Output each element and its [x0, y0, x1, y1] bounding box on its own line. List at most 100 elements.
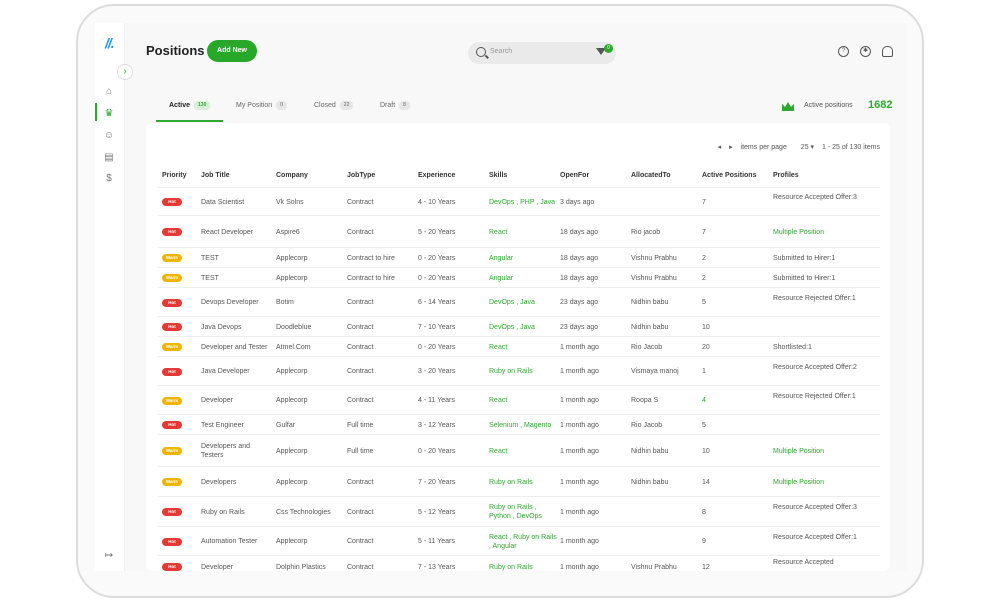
- cell-alloc: Rio Jacob: [631, 422, 663, 429]
- cell-type: Contract: [347, 324, 374, 331]
- column-header[interactable]: Skills: [489, 172, 507, 179]
- gear-icon[interactable]: ✱: [860, 46, 871, 57]
- cell-company: Applecorp: [276, 397, 308, 404]
- priority-badge: Hot: [162, 508, 182, 516]
- column-header[interactable]: Company: [276, 172, 308, 179]
- cell-active: 14: [702, 479, 710, 486]
- tab-my-position[interactable]: My Position 0: [236, 101, 287, 121]
- table-row[interactable]: Warm TEST Applecorp Contract to hire 0 - 20 …: [158, 247, 880, 267]
- table-row[interactable]: Hot Test Engineer Gulfar Full time 3 - 12 Ye…: [158, 414, 880, 434]
- users-icon[interactable]: ☺: [102, 129, 116, 143]
- column-header[interactable]: Priority: [162, 172, 187, 179]
- cell-active: 10: [702, 324, 710, 331]
- cell-exp: 5 - 12 Years: [418, 509, 456, 516]
- column-header[interactable]: Profiles: [773, 172, 799, 179]
- table-row[interactable]: Warm Developer Applecorp Contract 4 - 11 Yea…: [158, 385, 880, 414]
- cell-profiles: Shortlisted:1: [773, 344, 812, 351]
- table-row[interactable]: Warm Developers and Testers Applecorp Full …: [158, 434, 880, 466]
- add-new-button[interactable]: Add New: [207, 40, 257, 62]
- column-header[interactable]: OpenFor: [560, 172, 589, 179]
- home-icon[interactable]: ⌂: [102, 85, 116, 99]
- cell-open: 18 days ago: [560, 229, 599, 236]
- app-logo[interactable]: //.: [105, 35, 115, 51]
- cell-exp: 7 - 13 Years: [418, 564, 456, 571]
- cell-title: Developers: [201, 479, 237, 486]
- cell-type: Contract: [347, 199, 374, 206]
- logout-icon[interactable]: ↦: [102, 549, 116, 563]
- cell-type: Contract: [347, 538, 374, 545]
- cell-skills: React: [489, 397, 508, 404]
- table-row[interactable]: Hot Data Scientist Vk Solns Contract 4 - 10 …: [158, 187, 880, 215]
- cell-company: Botim: [276, 299, 294, 306]
- cell-company: Applecorp: [276, 368, 308, 375]
- cell-company: Vk Solns: [276, 199, 304, 206]
- cell-company: Doodleblue: [276, 324, 312, 331]
- cell-open: 23 days ago: [560, 324, 599, 331]
- cell-skills: React: [489, 344, 508, 351]
- next-page-icon[interactable]: ▸: [729, 143, 733, 151]
- table-row[interactable]: Hot Developer Dolphin Plastics Contract 7 - …: [158, 555, 880, 571]
- table-row[interactable]: Hot Automation Tester Applecorp Contract 5 -…: [158, 526, 880, 555]
- cell-skills: Selenium , Magento: [489, 422, 552, 429]
- page-range: 1 - 25 of 130 items: [822, 144, 880, 151]
- priority-badge: Hot: [162, 538, 182, 546]
- column-header[interactable]: JobType: [347, 172, 375, 179]
- tab-draft[interactable]: Draft 8: [380, 101, 410, 121]
- cell-profiles: Resource Accepted: [773, 559, 834, 566]
- priority-badge: Hot: [162, 421, 182, 429]
- cell-profiles: Submitted to Hirer:1: [773, 275, 836, 282]
- cell-alloc: Rio Jacob: [631, 344, 663, 351]
- prev-page-icon[interactable]: ◂: [718, 143, 722, 151]
- cell-alloc: Vishnu Prabhu: [631, 564, 677, 571]
- device-frame: AI TALENT SPACE AI TALENT SPACE //. ⌂ ♛ …: [76, 4, 924, 598]
- cell-skills: Angular: [489, 255, 514, 262]
- cell-open: 3 days ago: [560, 199, 595, 206]
- document-icon[interactable]: ▤: [102, 151, 116, 165]
- priority-badge: Warm: [162, 343, 182, 351]
- expand-sidebar-icon[interactable]: ›: [117, 64, 133, 80]
- column-header[interactable]: Active Positions: [702, 172, 756, 179]
- cell-open: 23 days ago: [560, 299, 599, 306]
- column-header[interactable]: Job Title: [201, 172, 230, 179]
- cell-exp: 4 - 10 Years: [418, 199, 456, 206]
- table-row[interactable]: Hot Java Devops Doodleblue Contract 7 - 10 Y…: [158, 316, 880, 336]
- table-row[interactable]: Hot React Developer Aspire6 Contract 5 - 20 …: [158, 215, 880, 247]
- items-per-page-select[interactable]: 25 ▾: [795, 143, 814, 151]
- cell-title: Ruby on Rails: [201, 509, 245, 516]
- active-positions-label: Active positions: [804, 102, 853, 109]
- cell-open: 1 month ago: [560, 368, 599, 375]
- cell-type: Contract: [347, 368, 374, 375]
- tab-active[interactable]: Active 130: [169, 101, 211, 121]
- cell-type: Contract: [347, 397, 374, 404]
- search-input[interactable]: Search: [490, 48, 512, 55]
- bell-icon[interactable]: [882, 46, 893, 57]
- table-row[interactable]: Warm TEST Applecorp Contract to hire 0 - 20 …: [158, 267, 880, 287]
- table-row[interactable]: Hot Devops Developer Botim Contract 6 - 14 Y…: [158, 287, 880, 316]
- column-header[interactable]: Experience: [418, 172, 455, 179]
- cell-title: Devops Developer: [201, 299, 259, 306]
- table-row[interactable]: Hot Java Developer Applecorp Contract 3 - 20…: [158, 356, 880, 385]
- cell-active: 7: [702, 229, 706, 236]
- cell-active: 12: [702, 564, 710, 571]
- cell-title: Data Scientist: [201, 199, 245, 206]
- cell-profiles: Multiple Position: [773, 448, 824, 455]
- tab-closed[interactable]: Closed 22: [314, 101, 354, 121]
- cell-active: 2: [702, 255, 706, 262]
- cell-company: Dolphin Plastics: [276, 564, 326, 571]
- cell-alloc: Nidhin babu: [631, 324, 669, 331]
- table-row[interactable]: Warm Developers Applecorp Contract 7 - 20 Ye…: [158, 466, 880, 496]
- cell-profiles: Resource Rejected Offer:1: [773, 295, 856, 302]
- cell-title: Java Devops: [201, 324, 242, 331]
- table-row[interactable]: Warm Developer and Tester Atmel.Com Contrac…: [158, 336, 880, 356]
- currency-icon[interactable]: $: [102, 172, 116, 186]
- column-header[interactable]: AllocatedTo: [631, 172, 671, 179]
- table-row[interactable]: Hot Ruby on Rails Css Technologies Contract…: [158, 496, 880, 526]
- search-bar[interactable]: Search 0: [468, 42, 616, 64]
- priority-badge: Warm: [162, 274, 182, 282]
- cell-profiles: Resource Accepted Offer:3: [773, 194, 857, 201]
- crown-nav-icon[interactable]: ♛: [102, 107, 116, 121]
- help-icon[interactable]: ?: [838, 46, 849, 57]
- cell-type: Contract: [347, 509, 374, 516]
- cell-type: Full time: [347, 448, 374, 455]
- cell-exp: 4 - 11 Years: [418, 397, 455, 404]
